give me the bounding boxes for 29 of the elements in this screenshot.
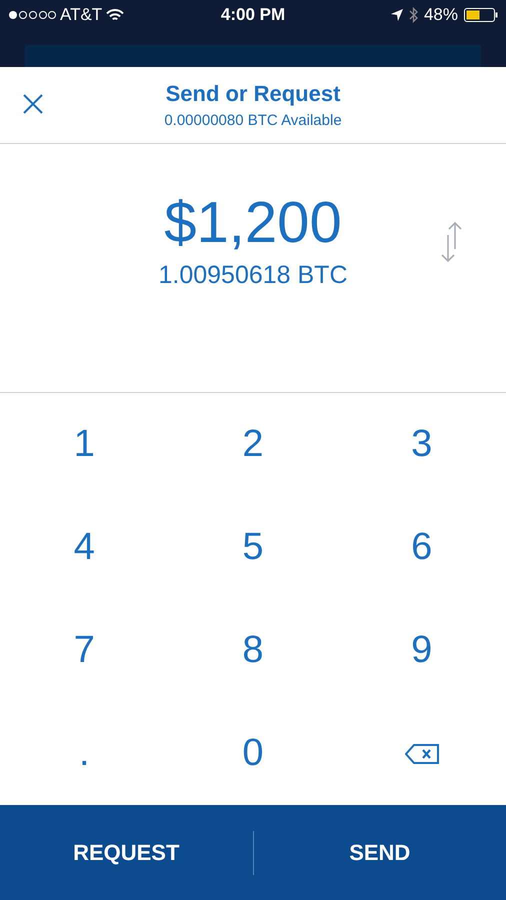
- keypad-key[interactable]: 7: [66, 622, 103, 679]
- battery-icon: [464, 8, 498, 22]
- keypad-key[interactable]: 4: [66, 518, 103, 576]
- location-arrow-icon: [390, 9, 403, 21]
- screen-title: Send or Request: [166, 80, 340, 108]
- backspace-button[interactable]: [404, 744, 439, 764]
- available-balance: 0.00000080 BTC Available: [164, 111, 342, 132]
- keypad-key[interactable]: 0: [234, 725, 272, 782]
- keypad-key[interactable]: 6: [403, 518, 440, 576]
- signal-icon: [8, 10, 56, 20]
- backspace-icon: [404, 744, 439, 764]
- clock-time: 4:00 PM: [220, 4, 286, 26]
- wifi-icon: [106, 8, 124, 22]
- keypad-key[interactable]: .: [71, 725, 98, 782]
- send-button[interactable]: SEND: [254, 805, 506, 900]
- request-button[interactable]: REQUEST: [0, 805, 252, 900]
- fiat-amount: $1,200: [164, 188, 342, 257]
- keypad-key[interactable]: 2: [234, 416, 272, 473]
- keypad-key[interactable]: 9: [403, 622, 440, 679]
- keypad-key[interactable]: 8: [234, 622, 272, 679]
- keypad-key[interactable]: 3: [403, 416, 440, 473]
- keypad-key[interactable]: 1: [66, 416, 103, 473]
- carrier-name: AT&T: [60, 4, 102, 26]
- bluetooth-icon: [408, 7, 418, 23]
- crypto-amount: 1.00950618 BTC: [158, 260, 348, 291]
- swap-arrows-icon: [440, 220, 464, 263]
- keypad-key[interactable]: 5: [234, 518, 272, 576]
- battery-percent: 48%: [424, 4, 458, 26]
- close-icon: [22, 92, 44, 115]
